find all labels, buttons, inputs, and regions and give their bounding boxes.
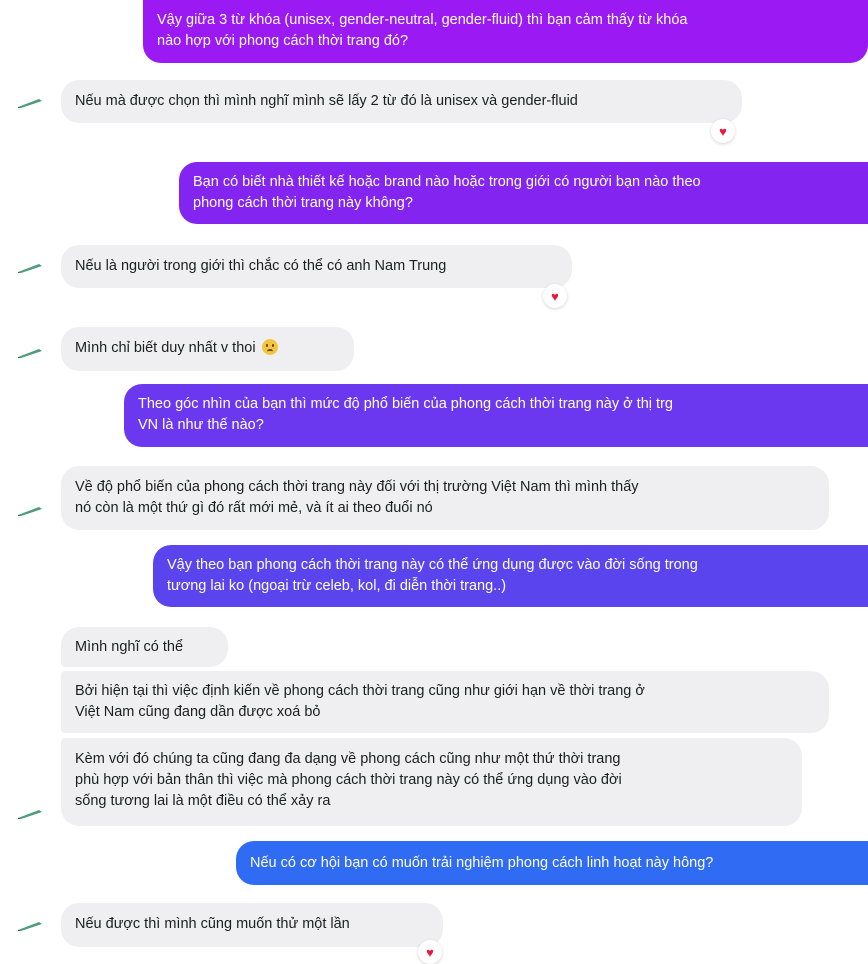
message-line: Nếu là người trong giới thì chắc có thể … bbox=[75, 258, 447, 274]
message-line: Bạn có biết nhà thiết kế hoặc brand nào … bbox=[193, 174, 701, 190]
message-line: Bởi hiện tại thì việc định kiến về phong… bbox=[75, 683, 645, 699]
pen-avatar-icon bbox=[18, 507, 42, 516]
message-line: phong cách thời trang này không? bbox=[193, 195, 413, 211]
message-line: Vậy giữa 3 từ khóa (unisex, gender-neutr… bbox=[157, 12, 688, 28]
message-line: tương lai ko (ngoại trừ celeb, kol, đi d… bbox=[167, 578, 507, 594]
heart-icon: ♥ bbox=[719, 123, 727, 139]
received-message[interactable]: Về độ phổ biến của phong cách thời trang… bbox=[61, 466, 829, 530]
received-message[interactable]: Bởi hiện tại thì việc định kiến về phong… bbox=[61, 671, 829, 733]
received-message[interactable]: Mình chỉ biết duy nhất v thoi bbox=[61, 327, 354, 371]
received-message[interactable]: Mình nghĩ có thể bbox=[61, 627, 228, 667]
sad-face-emoji bbox=[261, 339, 278, 355]
message-line: Theo góc nhìn của bạn thì mức độ phổ biế… bbox=[138, 396, 673, 412]
message-line: Nếu mà được chọn thì mình nghĩ mình sẽ l… bbox=[75, 93, 578, 109]
message-line: Việt Nam cũng đang dần được xoá bỏ bbox=[75, 704, 321, 720]
message-line: Nếu được thì mình cũng muốn thử một lần bbox=[75, 916, 350, 932]
pen-avatar-icon bbox=[18, 922, 42, 931]
pen-avatar-icon bbox=[18, 349, 42, 358]
message-line: Kèm với đó chúng ta cũng đang đa dạng về… bbox=[75, 751, 621, 767]
heart-reaction[interactable]: ♥ bbox=[543, 284, 567, 308]
received-message[interactable]: Nếu được thì mình cũng muốn thử một lần bbox=[61, 903, 443, 947]
received-message[interactable]: Nếu mà được chọn thì mình nghĩ mình sẽ l… bbox=[61, 80, 742, 123]
message-line: VN là như thế nào? bbox=[138, 417, 264, 433]
message-line: Mình nghĩ có thể bbox=[75, 639, 184, 655]
sent-message[interactable]: Vậy theo bạn phong cách thời trang này c… bbox=[153, 545, 868, 607]
received-message[interactable]: Kèm với đó chúng ta cũng đang đa dạng về… bbox=[61, 738, 802, 826]
heart-icon: ♥ bbox=[426, 944, 434, 960]
message-line: Vậy theo bạn phong cách thời trang này c… bbox=[167, 557, 698, 573]
pen-avatar-icon bbox=[18, 99, 42, 108]
heart-icon: ♥ bbox=[551, 288, 559, 304]
heart-reaction[interactable]: ♥ bbox=[711, 119, 735, 143]
message-line: sống tương lai là một điều có thể xảy ra bbox=[75, 793, 331, 809]
sent-message[interactable]: Vậy giữa 3 từ khóa (unisex, gender-neutr… bbox=[143, 0, 868, 63]
sent-message[interactable]: Bạn có biết nhà thiết kế hoặc brand nào … bbox=[179, 162, 868, 224]
message-line: Mình chỉ biết duy nhất v thoi bbox=[75, 340, 256, 356]
pen-avatar-icon bbox=[18, 810, 42, 819]
sent-message[interactable]: Nếu có cơ hội bạn có muốn trải nghiệm ph… bbox=[236, 841, 868, 885]
sent-message[interactable]: Theo góc nhìn của bạn thì mức độ phổ biế… bbox=[124, 384, 868, 447]
message-line: phù hợp với bản thân thì việc mà phong c… bbox=[75, 772, 622, 788]
message-line: Nếu có cơ hội bạn có muốn trải nghiệm ph… bbox=[250, 855, 714, 871]
message-line: nào hợp với phong cách thời trang đó? bbox=[157, 33, 409, 49]
message-line: nó còn là một thứ gì đó rất mới mẻ, và í… bbox=[75, 500, 433, 516]
pen-avatar-icon bbox=[18, 264, 42, 273]
received-message[interactable]: Nếu là người trong giới thì chắc có thể … bbox=[61, 245, 572, 288]
heart-reaction[interactable]: ♥ bbox=[418, 940, 442, 964]
message-line: Về độ phổ biến của phong cách thời trang… bbox=[75, 479, 639, 495]
